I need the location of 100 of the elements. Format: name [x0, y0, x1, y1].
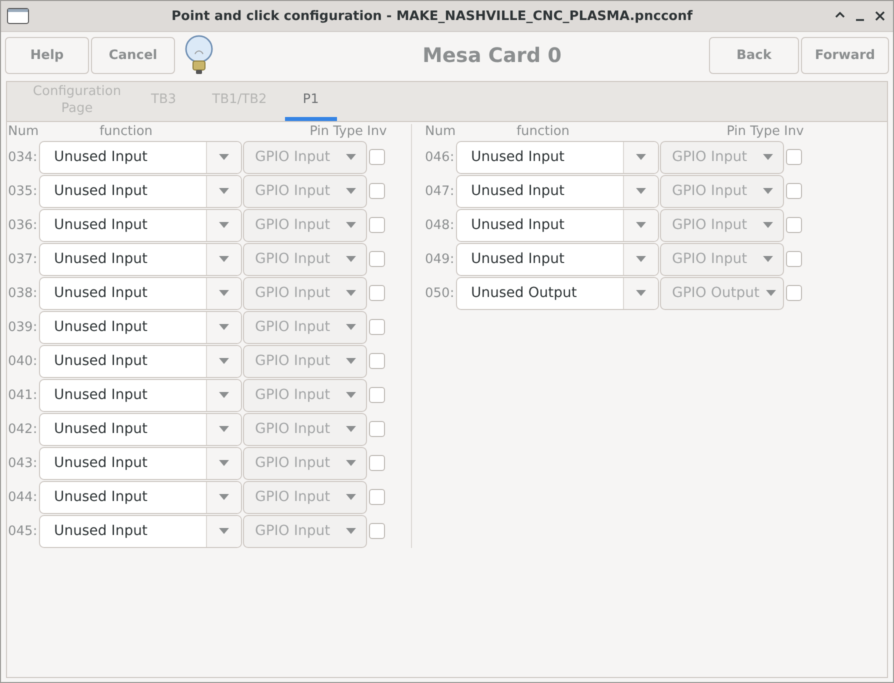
pin-number: 042: [8, 422, 38, 436]
function-dropdown[interactable]: Unused Input [456, 174, 659, 208]
caret-icon [219, 290, 229, 296]
function-dropdown[interactable]: Unused Input [39, 242, 242, 276]
function-dropdown[interactable]: Unused Input [39, 344, 242, 378]
caret-icon [346, 188, 356, 194]
column-header: Num [8, 124, 40, 140]
caret-icon [219, 358, 229, 364]
function-dropdown[interactable]: Unused Input [39, 276, 242, 310]
pin-number: 043: [8, 456, 38, 470]
caret-icon [763, 256, 773, 262]
pin-number: 037: [8, 252, 38, 266]
pin-number: 050: [425, 286, 456, 300]
help-button[interactable]: Help [5, 36, 89, 74]
column-header: function [98, 124, 154, 140]
invert-checkbox[interactable] [369, 319, 385, 335]
invert-checkbox[interactable] [369, 353, 385, 369]
column-header: Inv [366, 124, 388, 140]
pin-number: 044: [8, 490, 38, 504]
invert-checkbox[interactable] [786, 183, 802, 199]
invert-checkbox[interactable] [786, 285, 802, 301]
maximize-icon[interactable] [835, 11, 845, 18]
column-header: Num [425, 124, 457, 140]
function-dropdown[interactable]: Unused Input [39, 446, 242, 480]
function-dropdown[interactable]: Unused Input [39, 514, 242, 548]
column-header: Inv [783, 124, 805, 140]
function-dropdown[interactable]: Unused Input [456, 208, 659, 242]
caret-icon [346, 358, 356, 364]
function-dropdown[interactable]: Unused Input [456, 140, 659, 174]
back-button[interactable]: Back [709, 36, 799, 74]
invert-checkbox[interactable] [369, 183, 385, 199]
caret-icon [763, 188, 773, 194]
invert-checkbox[interactable] [786, 217, 802, 233]
column-header: Pin Type [726, 124, 780, 140]
function-dropdown[interactable]: Unused Output [456, 276, 659, 310]
pin-number: 046: [425, 150, 456, 164]
function-dropdown[interactable]: Unused Input [39, 480, 242, 514]
caret-icon [346, 392, 356, 398]
caret-icon [346, 222, 356, 228]
caret-icon [219, 188, 229, 194]
invert-checkbox[interactable] [786, 149, 802, 165]
function-dropdown[interactable]: Unused Input [39, 310, 242, 344]
invert-checkbox[interactable] [369, 217, 385, 233]
caret-icon [346, 528, 356, 534]
close-icon[interactable] [875, 11, 885, 21]
invert-checkbox[interactable] [786, 251, 802, 267]
pin-number: 049: [425, 252, 456, 266]
caret-icon [763, 222, 773, 228]
window-icon [7, 8, 29, 24]
caret-icon [346, 426, 356, 432]
cancel-button[interactable]: Cancel [91, 36, 175, 74]
pin-number: 048: [425, 218, 456, 232]
column-header: function [515, 124, 571, 140]
lightbulb-icon [183, 34, 215, 76]
function-dropdown[interactable]: Unused Input [456, 242, 659, 276]
caret-icon [219, 324, 229, 330]
caret-icon [346, 154, 356, 160]
caret-icon [766, 290, 776, 296]
caret-icon [346, 494, 356, 500]
function-dropdown[interactable]: Unused Input [39, 174, 242, 208]
invert-checkbox[interactable] [369, 523, 385, 539]
pin-number: 045: [8, 524, 38, 538]
pin-number: 035: [8, 184, 38, 198]
caret-icon [219, 154, 229, 160]
caret-icon [219, 222, 229, 228]
pin-number: 039: [8, 320, 38, 334]
invert-checkbox[interactable] [369, 251, 385, 267]
function-dropdown[interactable]: Unused Input [39, 208, 242, 242]
function-dropdown[interactable]: Unused Input [39, 378, 242, 412]
invert-checkbox[interactable] [369, 387, 385, 403]
caret-icon [219, 256, 229, 262]
pin-number: 036: [8, 218, 38, 232]
caret-icon [219, 426, 229, 432]
invert-checkbox[interactable] [369, 285, 385, 301]
caret-icon [346, 460, 356, 466]
caret-icon [636, 188, 646, 194]
caret-icon [346, 290, 356, 296]
pin-number: 034: [8, 150, 38, 164]
forward-button[interactable]: Forward [801, 36, 889, 74]
pin-number: 047: [425, 184, 456, 198]
invert-checkbox[interactable] [369, 421, 385, 437]
caret-icon [219, 494, 229, 500]
tab[interactable]: P1 [284, 82, 337, 121]
caret-icon [763, 154, 773, 160]
caret-icon [636, 256, 646, 262]
caret-icon [219, 392, 229, 398]
pin-number: 040: [8, 354, 38, 368]
caret-icon [346, 256, 356, 262]
window-title: Point and click configuration - MAKE_NASHVILLE_CNC_PLASMA.pncconf [170, 8, 694, 24]
caret-icon [636, 222, 646, 228]
caret-icon [636, 290, 646, 296]
invert-checkbox[interactable] [369, 455, 385, 471]
caret-icon [219, 460, 229, 466]
invert-checkbox[interactable] [369, 489, 385, 505]
column-header: Pin Type [308, 124, 363, 140]
function-dropdown[interactable]: Unused Input [39, 140, 242, 174]
page-heading: Mesa Card 0 [421, 43, 563, 67]
pin-number: 038: [8, 286, 38, 300]
invert-checkbox[interactable] [369, 149, 385, 165]
function-dropdown[interactable]: Unused Input [39, 412, 242, 446]
